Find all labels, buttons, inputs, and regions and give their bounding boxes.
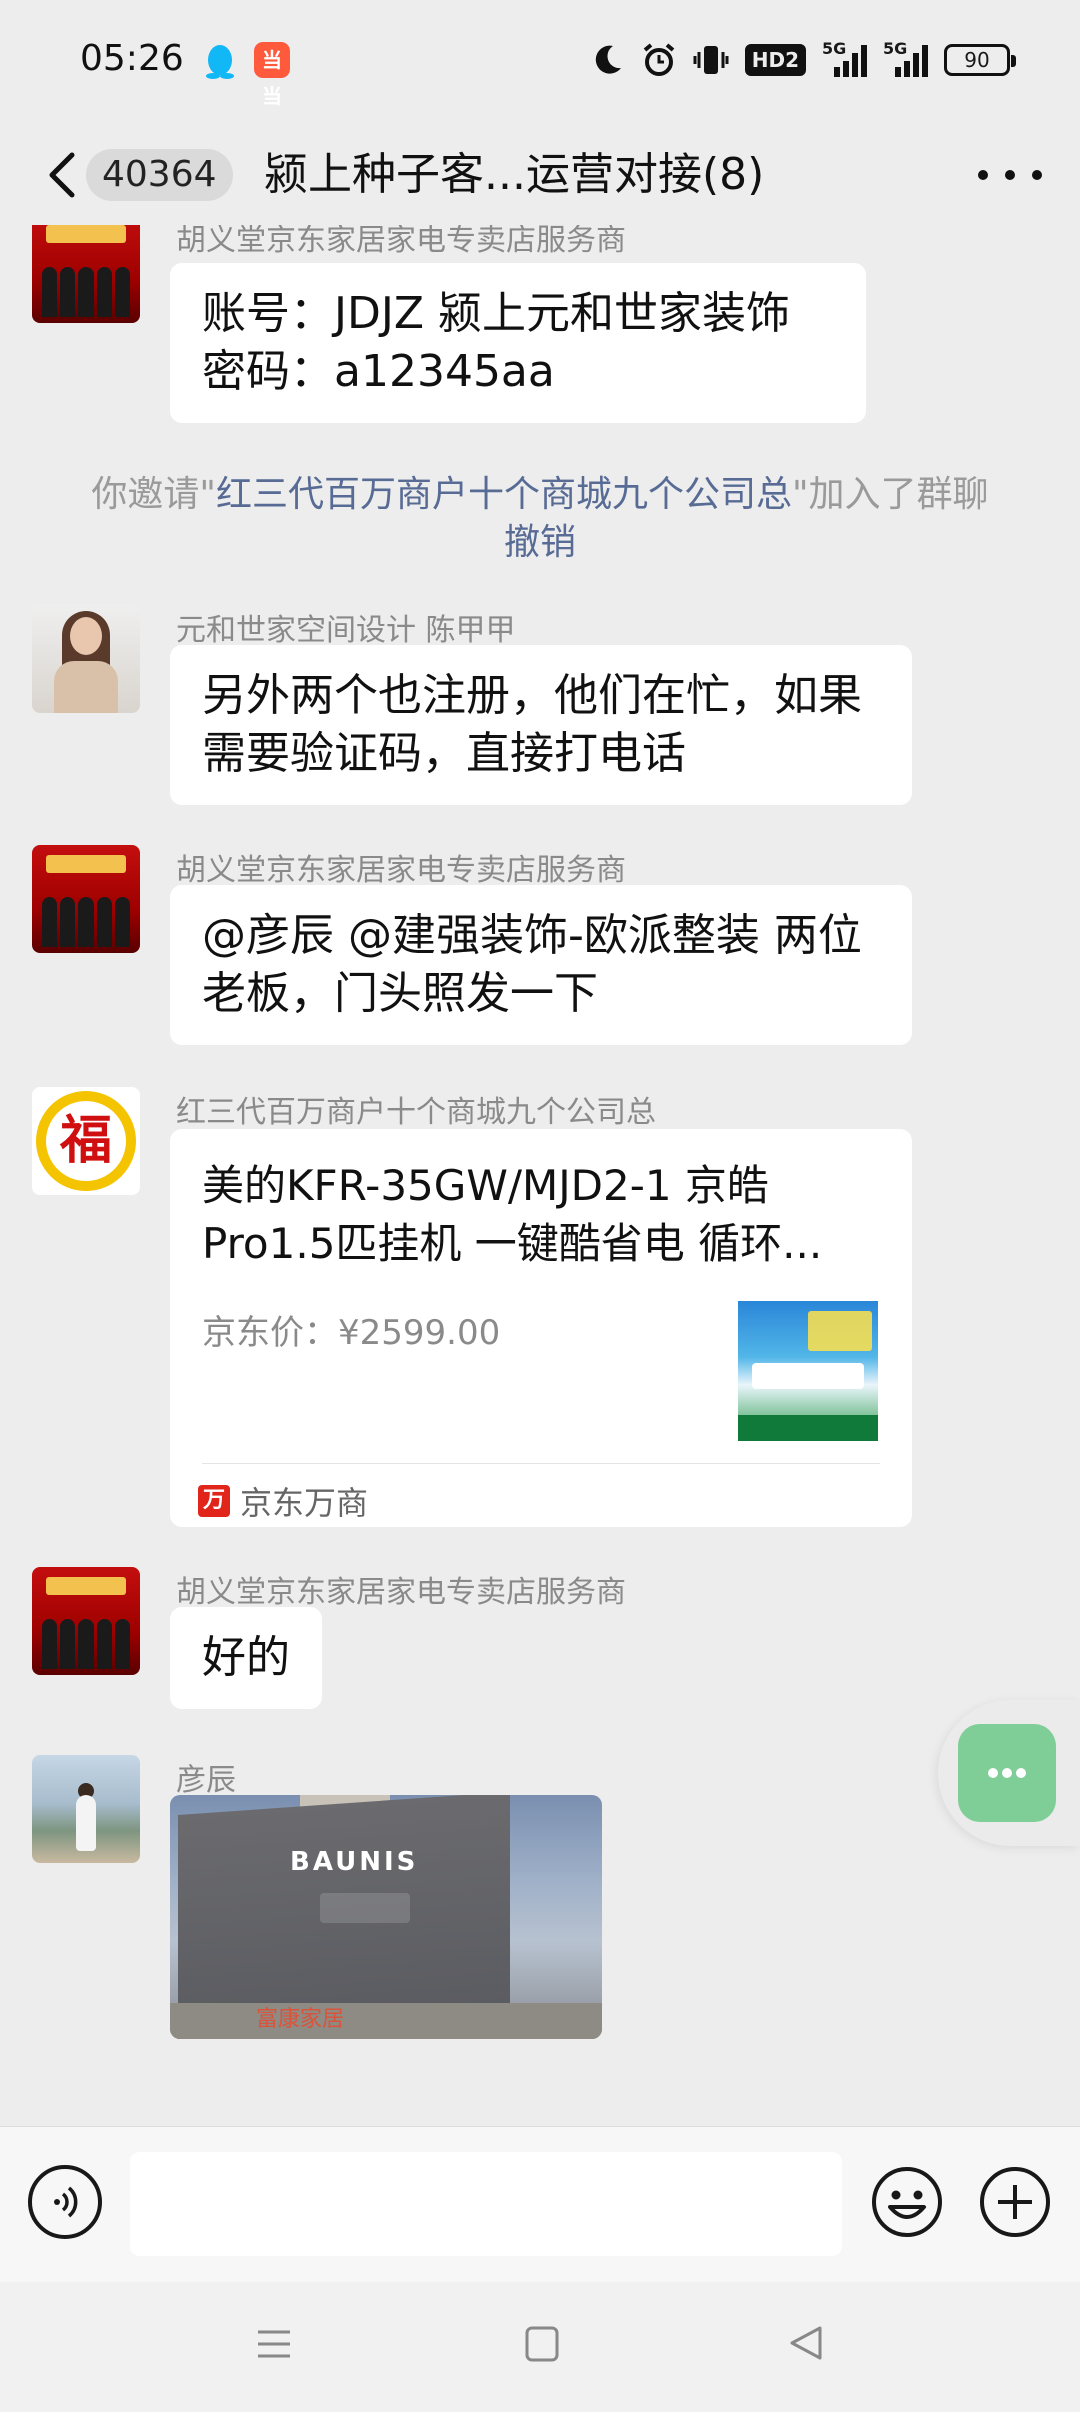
plus-icon[interactable] bbox=[978, 2165, 1052, 2239]
sender-avatar[interactable] bbox=[32, 605, 140, 713]
product-thumbnail bbox=[738, 1301, 878, 1441]
system-navigation-bar bbox=[0, 2282, 1080, 2412]
system-invite-message: 你邀请"红三代百万商户十个商城九个公司总"加入了群聊 撤销 bbox=[91, 474, 989, 563]
message-bubble[interactable]: 好的 bbox=[170, 1607, 322, 1709]
hd-voice-icon: HD2 bbox=[744, 44, 806, 76]
message-line: 需要验证码，直接打电话 bbox=[202, 728, 686, 779]
status-icons: HD2 5G 5G 90 bbox=[589, 39, 1016, 80]
voice-input-button[interactable] bbox=[28, 2165, 102, 2239]
chat-title[interactable]: 颍上种子客...运营对接(8) bbox=[264, 145, 764, 205]
message-bubble[interactable]: 另外两个也注册，他们在忙，如果 需要验证码，直接打电话 bbox=[170, 645, 912, 805]
sender-avatar[interactable] bbox=[32, 1567, 140, 1675]
status-bar: 05:26 当当 HD2 5G 5G 90 bbox=[0, 0, 1080, 125]
message-line: @彦辰 @建强装饰-欧派整装 两位 bbox=[202, 910, 862, 961]
alarm-icon bbox=[643, 43, 675, 76]
product-price: 京东价：¥2599.00 bbox=[202, 1313, 501, 1353]
sender-avatar[interactable]: 福 bbox=[32, 1087, 140, 1195]
emoji-icon[interactable] bbox=[870, 2165, 944, 2239]
chat-message-list[interactable]: 胡义堂京东家居家电专卖店服务商 账号：JDJZ 颍上元和世家装饰 密码：a123… bbox=[0, 225, 1080, 2125]
message-line: 老板，门头照发一下 bbox=[202, 968, 598, 1019]
message-line: 密码：a12345aa bbox=[202, 346, 555, 397]
moon-icon bbox=[595, 45, 621, 74]
storefront-brand-text: BAUNIS bbox=[290, 1847, 419, 1877]
chat-header: 40364 颍上种子客...运营对接(8) bbox=[0, 125, 1080, 225]
back-chevron-icon[interactable] bbox=[38, 147, 88, 203]
revoke-invite-link[interactable]: 撤销 bbox=[504, 522, 576, 563]
status-time: 05:26 bbox=[80, 38, 184, 79]
card-source: 万 京东万商 bbox=[198, 1473, 368, 1529]
recent-apps-icon[interactable] bbox=[254, 2324, 294, 2364]
battery-icon: 90 bbox=[944, 44, 1016, 76]
card-source-label: 京东万商 bbox=[240, 1484, 369, 1522]
message-bubble[interactable]: @彦辰 @建强装饰-欧派整装 两位 老板，门头照发一下 bbox=[170, 885, 912, 1045]
sender-avatar[interactable] bbox=[32, 1755, 140, 1863]
chat-dots-icon bbox=[988, 1768, 1026, 1778]
sender-name: 胡义堂京东家居家电专卖店服务商 bbox=[176, 853, 626, 888]
message-text-input[interactable] bbox=[130, 2152, 842, 2256]
qq-penguin-icon bbox=[206, 45, 234, 79]
sender-name: 彦辰 bbox=[176, 1763, 236, 1798]
sender-avatar[interactable] bbox=[32, 225, 140, 323]
home-icon[interactable] bbox=[524, 2324, 560, 2364]
more-dots-icon[interactable] bbox=[978, 153, 1042, 197]
message-line: 账号：JDJZ 颍上元和世家装饰 bbox=[202, 288, 790, 339]
sender-avatar[interactable] bbox=[32, 845, 140, 953]
message-line: 另外两个也注册，他们在忙，如果 bbox=[202, 670, 862, 721]
sender-name: 元和世家空间设计 陈甲甲 bbox=[176, 613, 516, 648]
unread-count-badge[interactable]: 40364 bbox=[86, 149, 233, 201]
card-divider bbox=[202, 1463, 880, 1464]
dangdang-app-icon: 当当 bbox=[254, 42, 290, 108]
floating-assistant-tab bbox=[938, 1700, 1080, 1846]
product-title: 美的KFR-35GW/MJD2-1 京皓 Pro1.5匹挂机 一键酷省电 循环.… bbox=[202, 1161, 823, 1268]
message-bubble[interactable]: 账号：JDJZ 颍上元和世家装饰 密码：a12345aa bbox=[170, 263, 866, 423]
sender-name: 胡义堂京东家居家电专卖店服务商 bbox=[176, 225, 626, 258]
invited-user-link[interactable]: 红三代百万商户十个商城九个公司总 bbox=[216, 474, 792, 515]
image-message[interactable]: BAUNIS 富康家居 bbox=[170, 1795, 602, 2039]
voice-icon bbox=[54, 2186, 78, 2218]
signal-strength-2-icon: 5G bbox=[883, 39, 928, 77]
signal-strength-1-icon: 5G bbox=[822, 39, 867, 77]
sender-name: 胡义堂京东家居家电专卖店服务商 bbox=[176, 1575, 626, 1610]
vibrate-icon bbox=[693, 46, 729, 74]
floating-chat-button[interactable] bbox=[958, 1724, 1056, 1822]
message-input-bar bbox=[0, 2126, 1080, 2282]
product-link-card[interactable]: 美的KFR-35GW/MJD2-1 京皓 Pro1.5匹挂机 一键酷省电 循环.… bbox=[170, 1129, 912, 1527]
sender-name: 红三代百万商户十个商城九个公司总 bbox=[176, 1095, 656, 1130]
jd-wanshang-logo-icon: 万 bbox=[198, 1485, 230, 1517]
back-triangle-icon[interactable] bbox=[786, 2322, 826, 2364]
storefront-sign-text: 富康家居 bbox=[256, 2007, 345, 2032]
